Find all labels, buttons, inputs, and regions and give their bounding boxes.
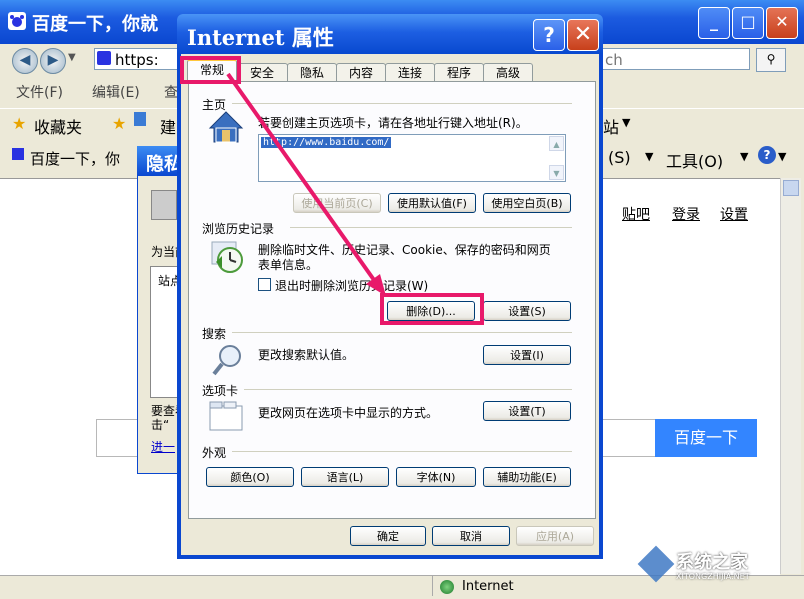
ok-button[interactable]: 确定 (350, 526, 426, 546)
star-icon: ★ (12, 114, 27, 133)
link-tieba[interactable]: 贴吧 (622, 204, 650, 224)
help-icon[interactable]: ? (758, 146, 776, 164)
search-icon[interactable]: ⚲ (756, 48, 786, 72)
chevron-down-icon[interactable]: ▼ (622, 116, 630, 129)
section-divider (244, 389, 572, 390)
watermark-name: 系统之家 (676, 552, 748, 573)
delete-on-exit-checkbox[interactable] (258, 278, 271, 291)
search-box-text: ch (605, 51, 623, 69)
safety-menu[interactable]: (S) (608, 148, 631, 167)
menu-edit[interactable]: 编辑(E) (92, 82, 140, 102)
maximize-button[interactable]: □ (732, 7, 764, 39)
appearance-section-label: 外观 (202, 446, 227, 460)
fonts-button[interactable]: 字体(N) (396, 467, 476, 487)
minimize-button[interactable]: _ (698, 7, 730, 39)
highlight-general-tab (180, 56, 241, 84)
baidu-search-button[interactable]: 百度一下 (655, 419, 757, 457)
globe-icon (440, 580, 454, 594)
tab-advanced[interactable]: 高级 (483, 63, 533, 82)
tab-privacy[interactable]: 隐私 (287, 63, 337, 82)
status-zone: Internet (462, 579, 514, 594)
favorites-extra[interactable]: 建 (160, 114, 176, 138)
tab-programs[interactable]: 程序 (434, 63, 484, 82)
tab-security[interactable]: 安全 (236, 63, 288, 82)
privacy-text: 击“ (151, 418, 170, 432)
colors-button[interactable]: 颜色(O) (206, 467, 294, 487)
back-button[interactable]: ◀ (12, 48, 38, 74)
search-box[interactable]: ch (600, 48, 750, 70)
page-scrollbar[interactable] (780, 178, 801, 574)
tools-menu[interactable]: 工具(O) (666, 148, 723, 172)
chevron-down-icon[interactable]: ▼ (778, 150, 786, 163)
section-divider (232, 332, 572, 333)
tabs-settings-button[interactable]: 设置(T) (483, 401, 571, 421)
home-description: 若要创建主页选项卡，请在各地址行键入地址(R)。 (258, 116, 528, 130)
dialog-close-button[interactable]: ✕ (567, 19, 599, 51)
dialog-title: Internet 属性 (187, 25, 334, 50)
use-current-button[interactable]: 使用当前页(C) (293, 193, 381, 213)
tab-connections[interactable]: 连接 (385, 63, 435, 82)
highlight-delete-button (380, 293, 484, 325)
tab-content[interactable]: 内容 (336, 63, 386, 82)
user-icon (151, 190, 177, 220)
use-default-button[interactable]: 使用默认值(F) (388, 193, 476, 213)
page-icon (97, 51, 111, 65)
page-icon (134, 112, 146, 126)
tabs-icon (208, 400, 244, 432)
cancel-button[interactable]: 取消 (432, 526, 510, 546)
privacy-link[interactable]: 进一 (151, 438, 175, 455)
apply-button[interactable]: 应用(A) (516, 526, 594, 546)
use-blank-button[interactable]: 使用空白页(B) (483, 193, 571, 213)
history-clock-icon (208, 240, 248, 274)
favorites-button[interactable]: 收藏夹 (34, 114, 82, 138)
section-divider (290, 227, 572, 228)
forward-button[interactable]: ▶ (40, 48, 66, 74)
tabs-description: 更改网页在选项卡中显示的方式。 (258, 406, 439, 420)
menu-file[interactable]: 文件(F) (16, 82, 63, 102)
history-description-2: 表单信息。 (258, 258, 319, 272)
history-settings-button[interactable]: 设置(S) (483, 301, 571, 321)
tabs-section-label: 选项卡 (202, 384, 239, 398)
scroll-down-icon[interactable]: ▼ (549, 165, 564, 180)
browser-tab[interactable]: 百度一下，你 (30, 148, 120, 169)
baidu-tab-icon (12, 148, 24, 160)
home-icon (208, 110, 244, 146)
status-divider (432, 576, 433, 596)
accessibility-button[interactable]: 辅助功能(E) (483, 467, 571, 487)
nav-dropdown-icon[interactable]: ▼ (68, 52, 76, 63)
search-section-label: 搜索 (202, 327, 227, 341)
link-login[interactable]: 登录 (672, 204, 700, 224)
chevron-down-icon[interactable]: ▼ (645, 150, 653, 163)
section-divider (232, 103, 572, 104)
search-settings-button[interactable]: 设置(I) (483, 345, 571, 365)
home-page-url: http://www.baidu.com/ (261, 137, 392, 148)
history-section-label: 浏览历史记录 (202, 222, 275, 236)
magnifier-icon (210, 342, 246, 378)
delete-on-exit-label: 退出时删除浏览历史记录(W) (275, 279, 429, 293)
baidu-favicon-icon (8, 12, 26, 30)
address-text: https: (115, 51, 159, 69)
menu-view[interactable]: 查 (164, 82, 178, 102)
scroll-up-icon[interactable]: ▲ (549, 136, 564, 151)
scroll-up-button[interactable] (783, 180, 799, 196)
add-favorite-icon[interactable]: ★ (112, 114, 126, 133)
dialog-help-button[interactable]: ? (533, 19, 565, 51)
link-settings[interactable]: 设置 (720, 204, 748, 224)
browser-close-button[interactable]: ✕ (766, 7, 798, 39)
chevron-down-icon[interactable]: ▼ (740, 150, 748, 163)
languages-button[interactable]: 语言(L) (301, 467, 389, 487)
tools-extra[interactable]: 站 (603, 114, 619, 138)
section-divider (232, 451, 572, 452)
search-description: 更改搜索默认值。 (258, 348, 355, 362)
watermark-url: XITONGZHIJIA.NET (676, 572, 750, 581)
browser-title: 百度一下，你就 (32, 14, 158, 35)
